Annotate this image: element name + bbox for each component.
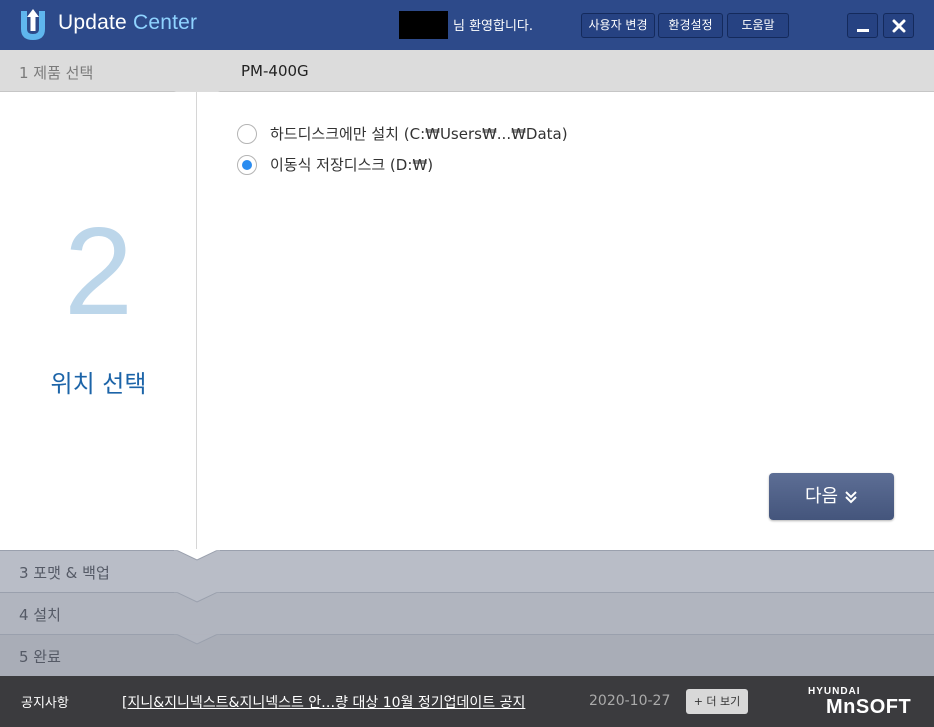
step-2-side-panel: 2 위치 선택 bbox=[0, 92, 197, 550]
step-3-notch bbox=[174, 591, 220, 603]
option-removable-disk-label: 이동식 저장디스크 (D:₩) bbox=[270, 156, 434, 174]
app-title-update: Update bbox=[58, 11, 127, 34]
more-button[interactable]: + 더 보기 bbox=[686, 689, 748, 714]
step-1-label: 1 제품 선택 bbox=[19, 64, 94, 82]
change-user-button[interactable]: 사용자 변경 bbox=[581, 13, 655, 38]
step-3-label: 3 포맷 & 백업 bbox=[19, 564, 110, 582]
minimize-button[interactable] bbox=[847, 13, 878, 38]
step-2-notch bbox=[174, 549, 220, 561]
step-4-notch bbox=[174, 633, 220, 645]
radio-hard-disk[interactable] bbox=[237, 123, 257, 144]
step-2-location-select: 2 위치 선택 하드디스크에만 설치 (C:₩Users₩...₩Data) 이… bbox=[0, 92, 934, 550]
app-title-center: Center bbox=[132, 11, 198, 34]
radio-removable-disk[interactable] bbox=[237, 154, 257, 175]
username-redacted bbox=[399, 11, 448, 39]
notice-link[interactable]: [지니&지니넥스트&지니넥스트 안…량 대상 10월 정기업데이트 공지 bbox=[122, 692, 525, 712]
option-hard-disk[interactable]: 하드디스크에만 설치 (C:₩Users₩...₩Data) bbox=[237, 123, 568, 144]
next-button[interactable]: 다음 bbox=[769, 473, 894, 520]
step-5-complete[interactable]: 5 완료 bbox=[0, 634, 934, 676]
option-removable-disk[interactable]: 이동식 저장디스크 (D:₩) bbox=[237, 154, 433, 175]
next-button-label: 다음 bbox=[804, 486, 839, 507]
brand-bottom-text: MnSOFT bbox=[826, 696, 912, 718]
title-bar: Update Center 님 환영합니다. 사용자 변경 환경설정 도움말 bbox=[0, 0, 934, 50]
step-4-install[interactable]: 4 설치 bbox=[0, 592, 934, 634]
step-4-label: 4 설치 bbox=[19, 606, 61, 624]
notice-footer: 공지사항 [지니&지니넥스트&지니넥스트 안…량 대상 10월 정기업데이트 공… bbox=[0, 676, 934, 727]
app-title: Update Center bbox=[58, 11, 197, 35]
step-1-product-select[interactable]: 1 제품 선택 PM-400G bbox=[0, 50, 934, 92]
step-number: 2 bbox=[64, 203, 133, 341]
step-3-format-backup[interactable]: 3 포맷 & 백업 bbox=[0, 550, 934, 592]
step-title: 위치 선택 bbox=[50, 370, 147, 398]
notice-date: 2020-10-27 bbox=[589, 693, 671, 709]
help-button[interactable]: 도움말 bbox=[727, 13, 789, 38]
double-chevron-down-icon bbox=[845, 491, 857, 504]
hyundai-mnsoft-logo: HYUNDAI MnSOFT bbox=[806, 686, 916, 718]
notice-label: 공지사항 bbox=[21, 696, 69, 711]
close-button[interactable] bbox=[883, 13, 914, 38]
close-icon bbox=[892, 19, 906, 33]
welcome-text: 님 환영합니다. bbox=[453, 19, 534, 34]
settings-button[interactable]: 환경설정 bbox=[658, 13, 723, 38]
selected-product: PM-400G bbox=[241, 62, 309, 80]
minimize-icon bbox=[857, 29, 869, 32]
update-logo-icon bbox=[21, 9, 45, 40]
option-hard-disk-label: 하드디스크에만 설치 (C:₩Users₩...₩Data) bbox=[270, 125, 568, 143]
step-5-label: 5 완료 bbox=[19, 648, 61, 666]
